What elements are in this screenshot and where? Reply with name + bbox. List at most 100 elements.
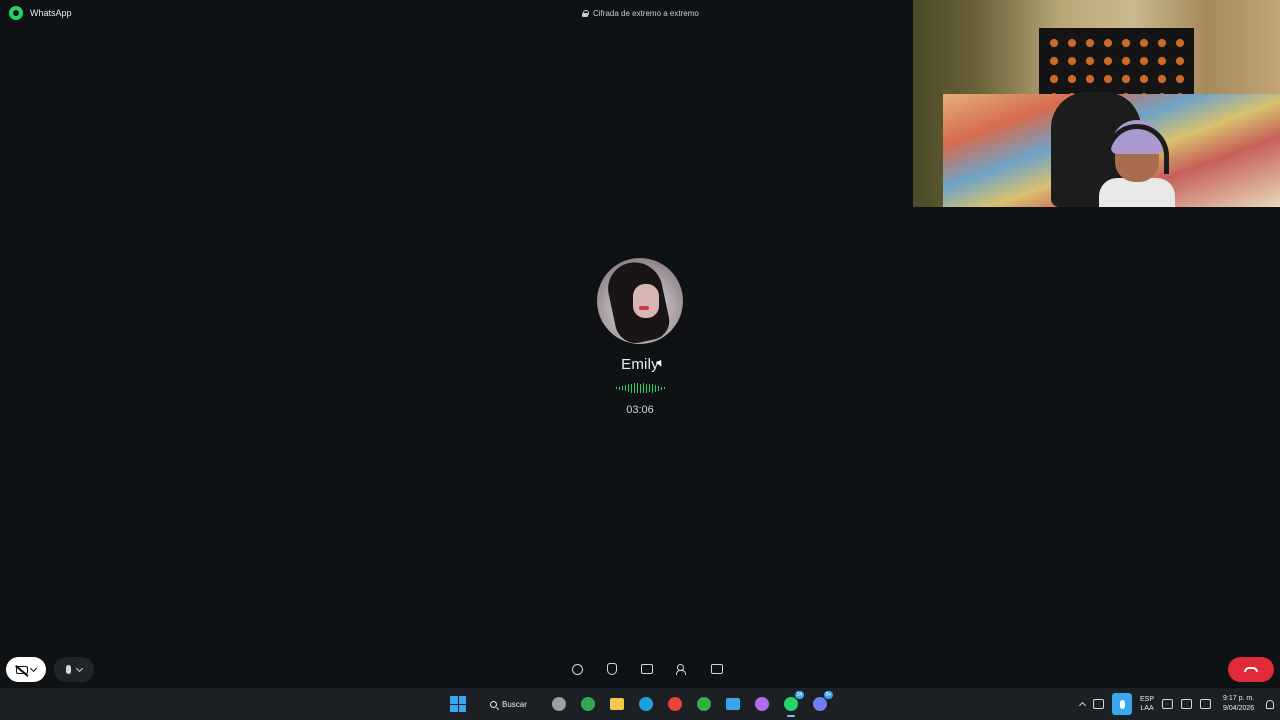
add-participant-button[interactable]	[673, 659, 691, 679]
voice-wave-bar	[636, 383, 638, 393]
raise-hand-button[interactable]	[603, 659, 621, 679]
voice-wave-bar	[624, 385, 626, 391]
windows-logo-tile	[458, 704, 466, 712]
reactions-button[interactable]	[568, 659, 586, 679]
windows-logo-tile	[450, 696, 458, 704]
whatsapp-icon	[784, 697, 798, 711]
taskbar-app-button[interactable]	[723, 694, 743, 714]
system-tray: ESP LAA 9:17 p. m. 9/04/2026	[1078, 688, 1275, 720]
voice-wave-bar	[618, 386, 620, 390]
microphone-icon	[1119, 699, 1125, 709]
voice-wave-bar	[645, 383, 647, 393]
voice-wave-bar	[633, 383, 635, 393]
raise-hand-icon	[607, 663, 617, 675]
taskbar-app-button[interactable]: 34	[781, 691, 804, 717]
whatsapp-call-window: WhatsApp Cifrada de extremo a extremo Em…	[0, 0, 1280, 720]
hang-up-icon	[1244, 667, 1258, 672]
voice-wave-bar	[615, 387, 617, 389]
taskbar-app-button[interactable]	[607, 694, 627, 714]
voice-wave-bar	[654, 384, 656, 392]
more-options-icon	[711, 664, 723, 674]
whatsapp-logo-icon	[9, 6, 23, 20]
emoji-icon	[571, 663, 583, 675]
taskbar-app-button[interactable]	[665, 694, 685, 714]
taskbar-search-button[interactable]: Buscar	[482, 694, 538, 714]
copilot-app-icon	[755, 697, 769, 711]
more-options-button[interactable]	[708, 659, 726, 679]
search-icon	[490, 700, 497, 708]
caller-info: Emily 03:06	[540, 258, 740, 416]
taskbar-app-button[interactable]: 9+	[810, 691, 833, 714]
copilot-icon	[552, 697, 566, 711]
taskbar-app-button[interactable]	[636, 694, 656, 714]
contact-name: Emily	[621, 356, 659, 373]
clock-time: 9:17 p. m.	[1223, 695, 1255, 702]
volume-icon[interactable]	[1181, 699, 1193, 709]
xbox-icon	[697, 697, 711, 711]
voice-wave-bar	[639, 383, 641, 393]
system-clock[interactable]: 9:17 p. m. 9/04/2026	[1223, 694, 1254, 714]
windows-taskbar: Buscar 34 9+ ESP LAA 9:17 p. m. 9/04/2026	[0, 688, 1280, 720]
taskbar-app-button[interactable]	[752, 694, 772, 714]
voice-wave-bar	[663, 387, 665, 389]
app-title: WhatsApp	[9, 6, 72, 20]
language-layout: LAA	[1140, 705, 1154, 712]
app-name: WhatsApp	[30, 8, 72, 18]
screen-share-icon	[641, 664, 653, 674]
windows-logo-tile	[450, 704, 458, 712]
microphone-icon	[66, 665, 71, 674]
screen-share-button[interactable]	[638, 659, 656, 679]
video-person	[1097, 112, 1175, 207]
start-button[interactable]	[450, 696, 466, 712]
lock-icon	[582, 10, 589, 17]
voice-wave-bar	[660, 386, 662, 390]
voice-activity-indicator	[615, 383, 665, 393]
video-person-headset	[1105, 124, 1169, 174]
voice-wave-bar	[651, 383, 653, 393]
encryption-notice: Cifrada de extremo a extremo	[582, 9, 699, 18]
voice-wave-bar	[621, 386, 623, 390]
notification-bell-icon[interactable]	[1266, 699, 1275, 709]
network-icon[interactable]	[1162, 699, 1174, 709]
chrome-icon	[668, 697, 682, 711]
search-label: Buscar	[502, 699, 527, 709]
microphone-toggle-button[interactable]	[54, 657, 94, 682]
avatar-face	[633, 284, 659, 318]
windows-logo-tile	[458, 696, 466, 704]
voice-wave-bar	[642, 383, 644, 393]
clock-date: 9/04/2026	[1223, 705, 1255, 712]
microphone-in-use-indicator[interactable]	[1112, 693, 1132, 715]
video-headboard	[1039, 28, 1194, 104]
chrome-icon	[581, 697, 595, 711]
call-controls	[0, 653, 1280, 687]
call-duration: 03:06	[626, 404, 654, 416]
chevron-down-icon[interactable]	[75, 664, 84, 672]
notification-badge: 9+	[824, 691, 833, 699]
taskbar-app-button[interactable]	[549, 694, 569, 714]
show-hidden-icons-icon[interactable]	[1078, 701, 1087, 710]
voice-wave-bar	[657, 385, 659, 391]
add-person-icon	[676, 663, 688, 675]
camera-toggle-button[interactable]	[6, 657, 46, 682]
voice-wave-bar	[630, 383, 632, 393]
contact-avatar	[597, 258, 683, 344]
taskbar-apps: 34 9+	[549, 691, 833, 717]
file-explorer-icon	[610, 698, 624, 710]
encryption-text: Cifrada de extremo a extremo	[593, 9, 699, 18]
sync-icon[interactable]	[1093, 699, 1104, 709]
discord-icon	[813, 697, 827, 711]
battery-icon[interactable]	[1200, 699, 1212, 709]
call-tools	[568, 659, 726, 679]
taskbar-app-button[interactable]	[694, 694, 714, 714]
end-call-button[interactable]	[1228, 657, 1274, 682]
notification-badge: 34	[795, 691, 804, 699]
edge-icon	[639, 697, 653, 711]
input-language[interactable]: ESP LAA	[1140, 695, 1154, 713]
language-code: ESP	[1140, 696, 1155, 703]
voice-wave-bar	[627, 384, 629, 392]
self-video-preview[interactable]	[913, 0, 1280, 207]
chevron-down-icon[interactable]	[29, 664, 38, 672]
taskbar-app-button[interactable]	[578, 694, 598, 714]
camera-off-icon	[16, 665, 28, 674]
voice-wave-bar	[648, 384, 650, 392]
